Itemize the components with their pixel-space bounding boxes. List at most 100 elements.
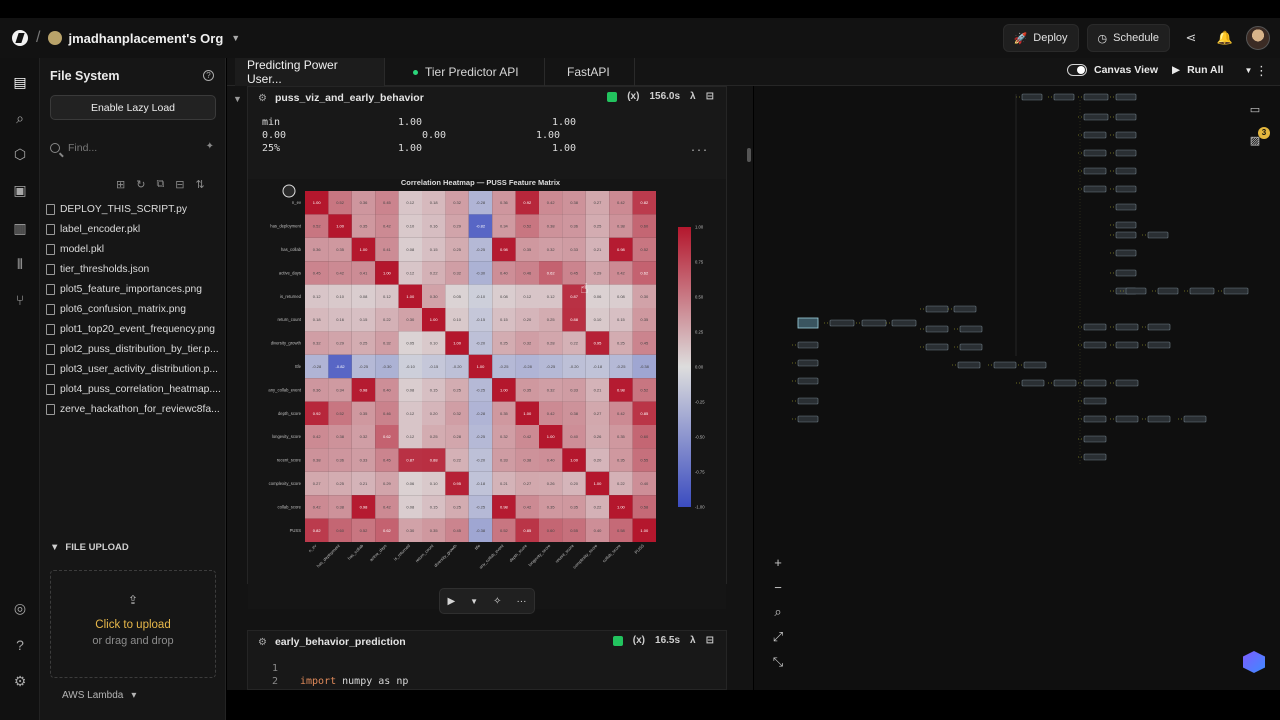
file-icon[interactable]: ▤ — [10, 72, 30, 92]
graph-node[interactable] — [1053, 379, 1077, 387]
selected-graph-node[interactable] — [797, 317, 819, 329]
graph-node[interactable] — [797, 377, 819, 385]
graph-node[interactable] — [1115, 231, 1137, 239]
graph-node[interactable] — [1083, 415, 1107, 423]
graph-node[interactable] — [925, 305, 949, 313]
lambda-icon[interactable]: λ — [690, 635, 696, 646]
chip-icon[interactable]: ▣ — [10, 180, 30, 200]
graph-node[interactable] — [1115, 269, 1137, 277]
layout-icon[interactable]: ⊟ — [706, 91, 714, 102]
org-name[interactable]: jmadhanplacement's Org — [68, 31, 223, 46]
graph-node[interactable] — [797, 397, 819, 405]
graph-node[interactable] — [1053, 93, 1075, 101]
graph-node[interactable] — [891, 319, 917, 327]
zoom-fit-icon[interactable]: ⌕ — [766, 600, 790, 624]
file-item[interactable]: label_encoder.pkl — [46, 219, 222, 239]
graph-node[interactable] — [1021, 93, 1043, 101]
git-branch-icon[interactable]: ⑂ — [10, 290, 30, 310]
graph-node[interactable] — [1083, 323, 1107, 331]
upload-dropzone[interactable]: ⇪ Click to upload or drag and drop — [50, 570, 216, 678]
magic-wand-icon[interactable]: ✧ — [493, 596, 501, 607]
canvas-view-toggle[interactable]: Canvas View — [1067, 64, 1158, 76]
graph-node[interactable] — [1115, 93, 1137, 101]
new-folder-icon[interactable]: ⊞ — [116, 178, 125, 191]
graph-node[interactable] — [1083, 397, 1107, 405]
graph-node[interactable] — [1115, 323, 1139, 331]
graph-node[interactable] — [1083, 149, 1107, 157]
graph-node[interactable] — [1147, 231, 1169, 239]
library-icon[interactable]: ⫴ — [10, 254, 30, 274]
graph-node[interactable] — [1083, 341, 1107, 349]
graph-node[interactable] — [959, 343, 983, 351]
share-icon[interactable]: ⋖ — [1178, 25, 1204, 51]
lambda-icon[interactable]: λ — [690, 91, 696, 102]
tab-fastapi[interactable]: FastAPI — [555, 58, 635, 86]
graph-node[interactable] — [1115, 131, 1137, 139]
graph-node[interactable] — [861, 319, 887, 327]
graph-node[interactable] — [1083, 167, 1107, 175]
layout-icon[interactable]: ⊟ — [706, 635, 714, 646]
graph-node[interactable] — [797, 415, 819, 423]
graph-node[interactable] — [1183, 415, 1207, 423]
zoom-in-icon[interactable]: + — [766, 550, 790, 574]
play-icon[interactable]: ▶ — [447, 596, 455, 607]
cell-header[interactable]: ⚙ puss_viz_and_early_behavior (x) 156.0s… — [248, 87, 726, 109]
graph-node[interactable] — [1083, 185, 1107, 193]
chevron-down-icon[interactable]: ▼ — [1244, 66, 1252, 75]
chevron-down-icon[interactable]: ▼ — [470, 597, 478, 606]
file-item[interactable]: plot6_confusion_matrix.png — [46, 299, 222, 319]
graph-node[interactable] — [1115, 113, 1137, 121]
cube-icon[interactable]: ⬡ — [10, 144, 30, 164]
graph-node[interactable] — [1083, 379, 1107, 387]
graph-node[interactable] — [1083, 131, 1107, 139]
expand-icon[interactable]: ⤡ — [766, 650, 790, 674]
graph-node[interactable] — [1083, 113, 1109, 121]
file-item[interactable]: plot1_top20_event_frequency.png — [46, 319, 222, 339]
variables-button[interactable]: (x) — [627, 91, 639, 102]
graph-node[interactable] — [1083, 453, 1107, 461]
graph-node[interactable] — [1147, 415, 1171, 423]
graph-node[interactable] — [1023, 361, 1047, 369]
gear-icon[interactable]: ⚙ — [10, 671, 30, 691]
file-item[interactable]: plot2_puss_distribution_by_tier.p... — [46, 339, 222, 359]
cell-name[interactable]: puss_viz_and_early_behavior — [275, 92, 424, 104]
graph-node[interactable] — [1125, 287, 1147, 295]
sort-icon[interactable]: ⇅ — [196, 178, 205, 191]
scrollbar-thumb[interactable] — [747, 148, 751, 162]
graph-node[interactable] — [1223, 287, 1249, 295]
graph-node[interactable] — [1115, 185, 1137, 193]
search-icon[interactable]: ⌕ — [10, 108, 30, 128]
file-item[interactable]: zerve_hackathon_for_reviewc8fa... — [46, 399, 222, 419]
deploy-button[interactable]: 🚀 Deploy — [1002, 24, 1079, 52]
user-avatar[interactable] — [1246, 26, 1270, 50]
tab-predicting-power-user[interactable]: Predicting Power User... — [235, 58, 385, 86]
graph-node[interactable] — [1147, 341, 1171, 349]
copy-icon[interactable]: ⧉ — [156, 178, 164, 191]
canvas-panel[interactable]: + − ⌕ ⤢ ⤡ — [754, 86, 1280, 690]
graph-node[interactable] — [959, 325, 983, 333]
file-item[interactable]: model.pkl — [46, 239, 222, 259]
graph-node[interactable] — [797, 341, 819, 349]
file-upload-header[interactable]: ▼ FILE UPLOAD — [50, 542, 129, 553]
chevron-down-icon[interactable]: ▼ — [233, 94, 242, 104]
code-line[interactable]: 1 — [248, 663, 300, 674]
bell-icon[interactable]: 🔔 — [1212, 25, 1238, 51]
refresh-icon[interactable]: ↻ — [136, 178, 145, 191]
code-line[interactable]: 2 import numpy as np — [248, 676, 408, 687]
help-circle-icon[interactable]: ? — [203, 70, 214, 81]
graph-node[interactable] — [1021, 379, 1045, 387]
help-icon[interactable]: ? — [10, 635, 30, 655]
graph-node[interactable] — [1157, 287, 1179, 295]
target-icon[interactable]: ◎ — [10, 598, 30, 618]
graph-node[interactable] — [1147, 323, 1171, 331]
graph-node[interactable] — [957, 361, 981, 369]
graph-node[interactable] — [953, 305, 977, 313]
graph-node[interactable] — [1189, 287, 1215, 295]
graph-node[interactable] — [1083, 435, 1107, 443]
graph-node[interactable] — [925, 325, 949, 333]
graph-node[interactable] — [797, 359, 819, 367]
more-icon[interactable]: ··· — [516, 596, 526, 607]
panel-icon[interactable]: ▭ — [1243, 97, 1267, 121]
variables-button[interactable]: (x) — [633, 635, 645, 646]
graph-node[interactable] — [1115, 379, 1139, 387]
